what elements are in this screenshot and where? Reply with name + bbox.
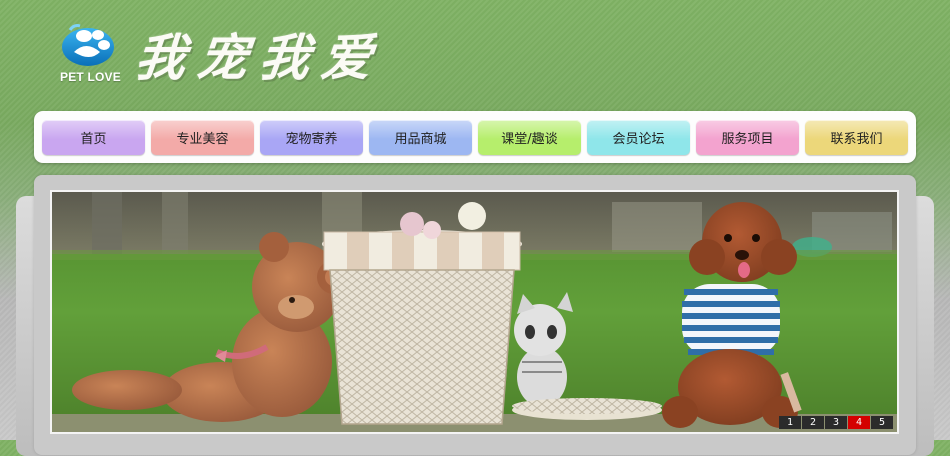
nav-item-home[interactable]: 首页 bbox=[42, 120, 145, 155]
site-title: 我宠我爱 bbox=[132, 28, 387, 87]
main-nav: 首页 专业美容 宠物寄养 用品商城 课堂/趣谈 会员论坛 服务项目 联系我们 bbox=[34, 111, 916, 163]
paw-bubble-icon bbox=[62, 24, 114, 66]
slideshow-pager: 1 2 3 4 5 bbox=[779, 416, 893, 429]
slide-page-button[interactable]: 2 bbox=[802, 416, 824, 429]
slide-page-button[interactable]: 3 bbox=[825, 416, 847, 429]
nav-item-boarding[interactable]: 宠物寄养 bbox=[260, 120, 363, 155]
nav-item-label: 专业美容 bbox=[176, 132, 229, 147]
nav-item-forum[interactable]: 会员论坛 bbox=[587, 120, 690, 155]
nav-item-label: 服务项目 bbox=[721, 132, 774, 147]
logo-text: PET LOVE bbox=[60, 70, 121, 84]
wicker-basket-illustration bbox=[322, 202, 522, 425]
site-logo[interactable]: PET LOVE bbox=[58, 20, 128, 90]
slide-page-button[interactable]: 1 bbox=[779, 416, 801, 429]
nav-item-label: 联系我们 bbox=[830, 132, 883, 147]
nav-item-label: 会员论坛 bbox=[612, 132, 665, 147]
nav-item-label: 首页 bbox=[80, 132, 107, 147]
slide-page-button[interactable]: 5 bbox=[871, 416, 893, 429]
nav-item-shop[interactable]: 用品商城 bbox=[369, 120, 472, 155]
slide-page-button-active[interactable]: 4 bbox=[848, 416, 870, 429]
nav-item-services[interactable]: 服务项目 bbox=[696, 120, 799, 155]
nav-item-classroom[interactable]: 课堂/趣谈 bbox=[478, 120, 581, 155]
nav-item-grooming[interactable]: 专业美容 bbox=[151, 120, 254, 155]
nav-item-label: 宠物寄养 bbox=[285, 132, 338, 147]
pets-banner-photo bbox=[52, 192, 897, 432]
nav-item-label: 课堂/趣谈 bbox=[501, 132, 558, 147]
nav-item-label: 用品商城 bbox=[394, 132, 447, 147]
banner-slideshow[interactable]: 1 2 3 4 5 bbox=[50, 190, 899, 434]
nav-item-contact[interactable]: 联系我们 bbox=[805, 120, 908, 155]
